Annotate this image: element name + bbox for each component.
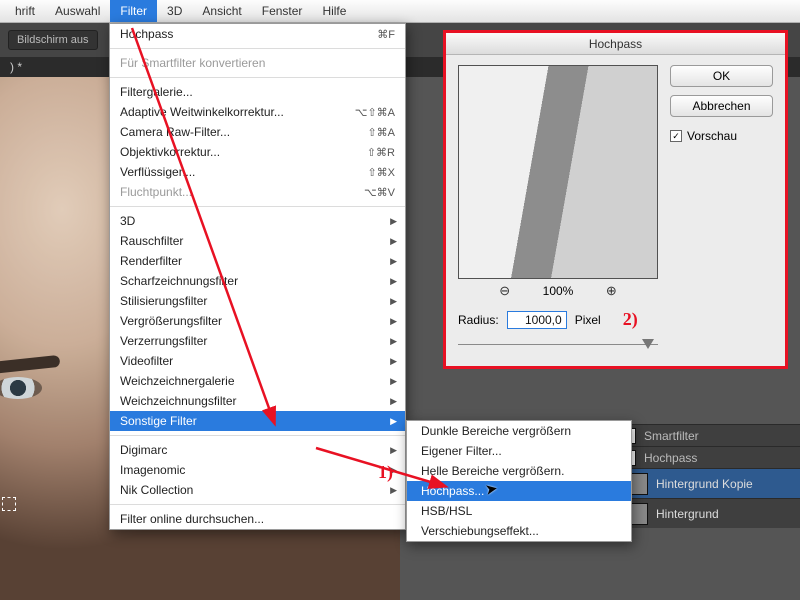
layer-label: Hintergrund <box>656 507 719 521</box>
ok-button[interactable]: OK <box>670 65 773 87</box>
annotation-arrow-1 <box>122 24 302 434</box>
hochpass-dialog: Hochpass ⊖ 100% ⊕ Radius: Pixel 2) OK Ab… <box>443 30 788 369</box>
radius-unit: Pixel <box>575 313 601 327</box>
radius-slider[interactable] <box>458 338 658 352</box>
submenu-item[interactable]: HSB/HSL <box>407 501 631 521</box>
checkbox-icon: ✓ <box>670 130 682 142</box>
annotation-1: 1) <box>378 462 393 483</box>
menu-item[interactable]: Filter online durchsuchen... <box>110 509 405 529</box>
dialog-title: Hochpass <box>446 33 785 55</box>
menu-3d[interactable]: 3D <box>157 0 192 22</box>
preview-checkbox[interactable]: ✓ Vorschau <box>670 129 773 143</box>
filter-preview[interactable] <box>458 65 658 279</box>
menu-hilfe[interactable]: Hilfe <box>312 0 356 22</box>
os-menubar: hriftAuswahlFilter3DAnsichtFensterHilfe <box>0 0 800 23</box>
annotation-2: 2) <box>623 309 638 330</box>
zoom-percent: 100% <box>543 284 574 298</box>
preview-checkbox-label: Vorschau <box>687 129 737 143</box>
layer-label: Hintergrund Kopie <box>656 477 753 491</box>
layer-label: Hochpass <box>644 451 697 465</box>
menu-hrift[interactable]: hrift <box>5 0 45 22</box>
screen-off-button[interactable]: Bildschirm aus <box>8 30 98 50</box>
menu-ansicht[interactable]: Ansicht <box>192 0 251 22</box>
radius-label: Radius: <box>458 313 499 327</box>
radius-input[interactable] <box>507 311 567 329</box>
zoom-in-icon[interactable]: ⊕ <box>603 283 619 299</box>
zoom-out-icon[interactable]: ⊖ <box>497 283 513 299</box>
menu-fenster[interactable]: Fenster <box>252 0 313 22</box>
layer-label: Smartfilter <box>644 429 699 443</box>
selection-marquee <box>2 497 16 511</box>
mouse-cursor-icon: ➤ <box>484 479 500 499</box>
cancel-button[interactable]: Abbrechen <box>670 95 773 117</box>
submenu-item[interactable]: Verschiebungseffekt... <box>407 521 631 541</box>
menu-auswahl[interactable]: Auswahl <box>45 0 110 22</box>
document-tab-label: ) * <box>10 60 22 74</box>
menu-filter[interactable]: Filter <box>110 0 157 22</box>
